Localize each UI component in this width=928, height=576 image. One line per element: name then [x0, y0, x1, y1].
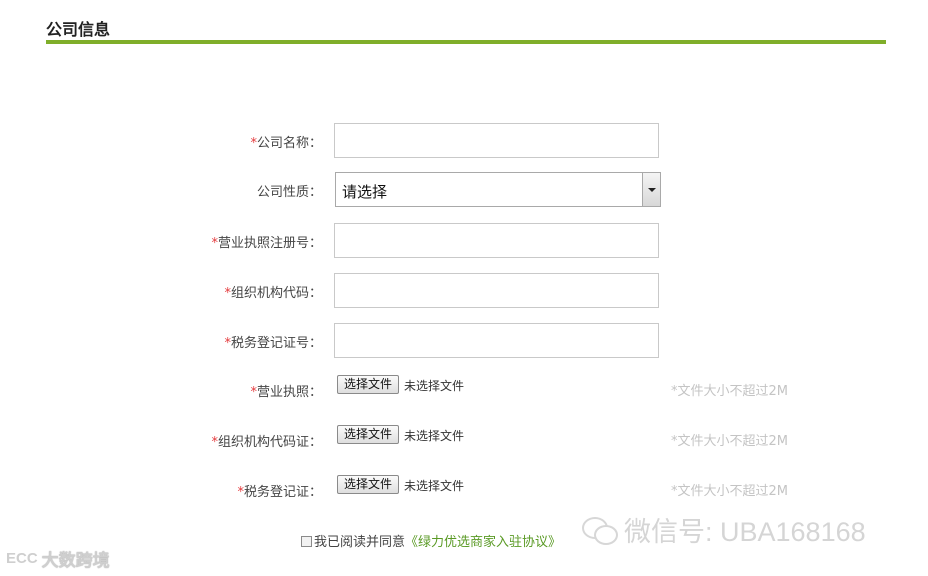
organization-code-label: *组织机构代码： [224, 286, 322, 301]
wechat-icon [580, 515, 618, 545]
company-type-label: 公司性质： [256, 185, 322, 200]
company-type-row: 公司性质： 请选择 [0, 172, 928, 208]
agreement-text: 我已阅读并同意 [314, 535, 406, 550]
organization-code-file-status: 未选择文件 [404, 429, 465, 443]
agreement-row: 我已阅读并同意《绿力优选商家入驻协议》 [301, 531, 561, 550]
business-license-file-status: 未选择文件 [404, 379, 465, 393]
organization-code-row: *组织机构代码： [0, 273, 928, 309]
tax-registration-file-status: 未选择文件 [404, 479, 465, 493]
business-license-number-label: *营业执照注册号： [211, 236, 322, 251]
business-license-file-row: *营业执照： 选择文件 未选择文件 *文件大小不超过2M [0, 374, 928, 410]
tax-registration-number-input[interactable] [334, 323, 659, 358]
brand-logo: ECC [6, 550, 38, 567]
organization-code-file-size-hint: *文件大小不超过2M [671, 434, 788, 449]
tax-registration-choose-file-button[interactable]: 选择文件 [337, 475, 399, 494]
company-name-input[interactable] [334, 123, 659, 158]
business-license-number-row: *营业执照注册号： [0, 223, 928, 259]
tax-registration-file-row: *税务登记证： 选择文件 未选择文件 *文件大小不超过2M [0, 474, 928, 510]
agreement-checkbox[interactable] [301, 536, 312, 547]
brand-watermark: ECC 大数跨境 [6, 546, 110, 571]
company-name-label: *公司名称： [250, 136, 322, 151]
organization-code-file-row: *组织机构代码证： 选择文件 未选择文件 *文件大小不超过2M [0, 424, 928, 460]
agreement-link[interactable]: 《绿力优选商家入驻协议》 [405, 535, 561, 550]
company-name-row: *公司名称： [0, 123, 928, 159]
business-license-file-label: *营业执照： [250, 385, 322, 400]
company-type-select[interactable]: 请选择 [335, 172, 661, 207]
wechat-id-watermark: 微信号: UBA168168 [624, 517, 866, 547]
business-license-file-size-hint: *文件大小不超过2M [671, 384, 788, 399]
business-license-number-input[interactable] [334, 223, 659, 258]
organization-code-choose-file-button[interactable]: 选择文件 [337, 425, 399, 444]
tax-registration-number-row: *税务登记证号： [0, 323, 928, 359]
section-title: 公司信息 [46, 20, 111, 39]
company-type-selected-value: 请选择 [342, 183, 388, 201]
organization-code-file-label: *组织机构代码证： [211, 435, 322, 450]
tax-registration-file-label: *税务登记证： [237, 485, 322, 500]
tax-registration-file-size-hint: *文件大小不超过2M [671, 484, 788, 499]
business-license-choose-file-button[interactable]: 选择文件 [337, 375, 399, 394]
brand-watermark-text: 大数跨境 [41, 551, 110, 571]
section-divider [46, 40, 886, 44]
wechat-watermark: 微信号: UBA168168 [580, 510, 866, 550]
chevron-down-icon[interactable] [642, 173, 660, 206]
tax-registration-number-label: *税务登记证号： [224, 336, 322, 351]
organization-code-input[interactable] [334, 273, 659, 308]
